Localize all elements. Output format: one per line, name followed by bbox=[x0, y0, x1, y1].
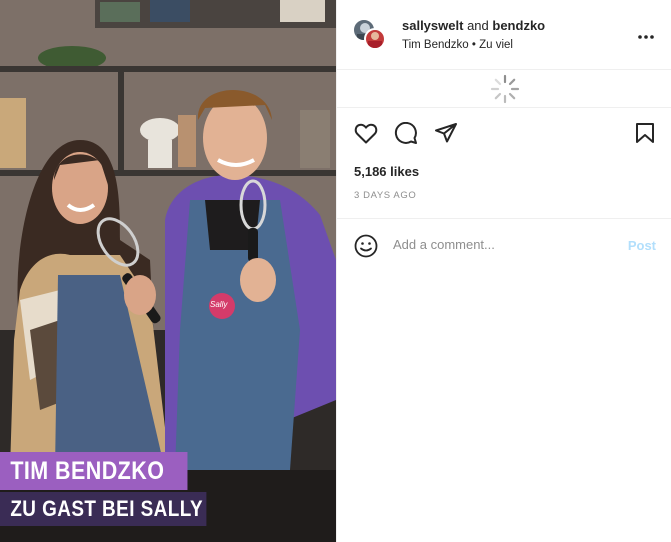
post-header: sallyswelt and bendzko Tim Bendzko • Zu … bbox=[337, 0, 671, 70]
comment-form: Post bbox=[337, 218, 671, 272]
likes-count[interactable]: 5,186 likes bbox=[354, 164, 419, 179]
more-options-button[interactable] bbox=[638, 26, 654, 40]
loading-spinner-icon bbox=[490, 74, 520, 104]
heart-icon[interactable] bbox=[354, 122, 378, 144]
post-authors: sallyswelt and bendzko bbox=[402, 18, 545, 33]
bookmark-icon[interactable] bbox=[635, 122, 655, 144]
caption-guest-banner: ZU GAST BEI SALLY bbox=[0, 492, 207, 526]
more-icon bbox=[638, 35, 654, 39]
comments-loading bbox=[337, 70, 671, 108]
caption-name-banner: TIM BENDZKO bbox=[0, 452, 188, 490]
share-icon[interactable] bbox=[434, 122, 458, 144]
post-actions bbox=[337, 108, 671, 158]
apron-logo: Sally bbox=[210, 300, 228, 309]
emoji-icon[interactable] bbox=[354, 234, 378, 258]
post-comment-button[interactable]: Post bbox=[628, 238, 656, 253]
post-timestamp[interactable]: 3 DAYS AGO bbox=[354, 190, 416, 201]
avatar-bendzko[interactable] bbox=[364, 28, 386, 50]
author-link-sallyswelt[interactable]: sallyswelt bbox=[402, 18, 463, 33]
post-image[interactable]: Sally TIM BENDZKO ZU GAST BEI SALLY bbox=[0, 0, 336, 542]
authors-conjunction: and bbox=[467, 18, 489, 33]
author-link-bendzko[interactable]: bendzko bbox=[492, 18, 545, 33]
audio-subtitle[interactable]: Tim Bendzko • Zu viel bbox=[402, 39, 513, 51]
post-sidebar: sallyswelt and bendzko Tim Bendzko • Zu … bbox=[336, 0, 671, 542]
comment-input[interactable] bbox=[393, 237, 613, 252]
comment-icon[interactable] bbox=[394, 122, 418, 144]
